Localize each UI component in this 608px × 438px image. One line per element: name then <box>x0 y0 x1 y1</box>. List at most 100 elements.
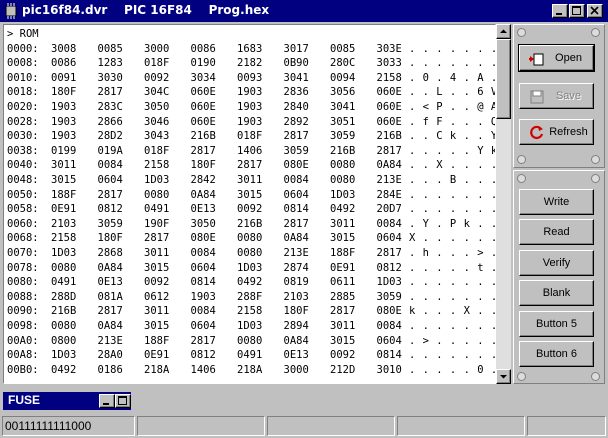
hex-word: 1D03 <box>330 188 356 201</box>
hex-word: 0080 <box>144 188 170 201</box>
dump-header: > ROM <box>7 28 39 40</box>
grip-icon <box>517 155 526 164</box>
fuse-bits-status: 00111111111000 <box>2 416 135 436</box>
read-button[interactable]: Read <box>519 219 594 245</box>
row-address: 0080: <box>7 276 39 289</box>
hex-word: 3059 <box>97 217 123 230</box>
row-ascii: . 0 . 4 . A . . <box>409 71 495 84</box>
hex-word: 2892 <box>283 115 309 128</box>
scroll-thumb[interactable] <box>496 39 511 119</box>
row-address: 0068: <box>7 232 39 245</box>
button-6[interactable]: Button 6 <box>519 341 594 367</box>
hex-word: 2817 <box>144 232 170 245</box>
hex-word: 0080 <box>237 246 263 259</box>
row-address: 0038: <box>7 144 39 157</box>
hex-word: 0092 <box>237 203 263 216</box>
hex-word: 0492 <box>330 203 356 216</box>
refresh-icon <box>530 125 544 140</box>
hex-word: 180F <box>190 159 216 172</box>
hex-word: 28A0 <box>97 349 123 362</box>
row-ascii: . < P . . @ A . <box>409 100 495 113</box>
hex-word: 1D03 <box>237 261 263 274</box>
hex-word: 2840 <box>283 100 309 113</box>
hex-word: 3017 <box>283 42 309 55</box>
row-ascii: . . . . . . . . <box>409 349 495 362</box>
hex-word: 0084 <box>190 246 216 259</box>
hex-word: 2817 <box>97 188 123 201</box>
hex-word: 0A84 <box>376 159 402 172</box>
hex-word: 1D03 <box>237 319 263 332</box>
hex-word: 1D03 <box>51 246 77 259</box>
fuse-maximize-button[interactable] <box>115 394 131 408</box>
button-5[interactable]: Button 5 <box>519 311 594 337</box>
scroll-up-button[interactable] <box>496 24 511 39</box>
hex-word: 060E <box>376 115 402 128</box>
hex-word: 0E91 <box>330 261 356 274</box>
row-ascii: . . . . . 0 . . <box>409 363 495 376</box>
hex-word: 3046 <box>144 115 170 128</box>
hex-word: 2158 <box>144 159 170 172</box>
hex-word: 0084 <box>283 173 309 186</box>
save-button[interactable]: Save <box>519 83 594 109</box>
maximize-button[interactable] <box>569 4 585 18</box>
hex-word: 216B <box>376 130 402 143</box>
hex-word: 2894 <box>283 319 309 332</box>
refresh-button[interactable]: Refresh <box>519 119 594 145</box>
dump-scrollbar[interactable] <box>496 24 511 384</box>
fuse-minimize-button[interactable] <box>99 394 115 408</box>
hex-word: 080E <box>283 159 309 172</box>
close-button[interactable] <box>587 4 603 18</box>
row-ascii: . . X . . . . . <box>409 159 495 172</box>
verify-button[interactable]: Verify <box>519 250 594 276</box>
hex-word: 213E <box>376 173 402 186</box>
hex-word: 080E <box>376 305 402 318</box>
scroll-down-button[interactable] <box>496 369 511 384</box>
minimize-button[interactable] <box>552 4 568 18</box>
hex-word: 213E <box>97 334 123 347</box>
hex-word: 3015 <box>144 319 170 332</box>
maximize-icon <box>118 396 127 405</box>
hex-word: 0092 <box>144 276 170 289</box>
hex-word: 0604 <box>376 232 402 245</box>
hex-word: 3015 <box>330 232 356 245</box>
hex-word: 1D03 <box>144 173 170 186</box>
row-address: 00A8: <box>7 349 39 362</box>
hex-word: 3050 <box>190 217 216 230</box>
hex-word: 1903 <box>237 86 263 99</box>
hex-word: 0092 <box>330 349 356 362</box>
hex-word: 0080 <box>51 261 77 274</box>
row-ascii: . . . B . . . > <box>409 173 495 186</box>
hex-word: 2817 <box>376 144 402 157</box>
hex-word: 3041 <box>330 100 356 113</box>
hex-word: 0611 <box>330 276 356 289</box>
row-ascii: . . . . . . . Y <box>409 290 495 303</box>
hex-word: 288D <box>51 290 77 303</box>
hex-word: 0A84 <box>97 261 123 274</box>
hex-word: 3051 <box>330 115 356 128</box>
hex-word: 2158 <box>376 71 402 84</box>
row-ascii: . . . . . . . . <box>409 203 495 216</box>
grip-icon <box>591 28 600 37</box>
row-address: 0008: <box>7 57 39 70</box>
hex-word: 3000 <box>144 42 170 55</box>
hex-word: 218A <box>144 363 170 376</box>
hex-word: 216B <box>237 217 263 230</box>
open-button[interactable]: Open <box>518 44 595 72</box>
rom-dump-view[interactable]: > ROM 0000: 3008 0085 3000 0086 1683 3017 0085 3… <box>3 24 496 384</box>
blank-button[interactable]: Blank <box>519 280 594 306</box>
hex-word: 3059 <box>283 144 309 157</box>
floppy-icon <box>530 90 544 104</box>
hex-word: 0E13 <box>283 349 309 362</box>
hex-word: 3011 <box>144 246 170 259</box>
hex-word: 2866 <box>97 115 123 128</box>
window-titlebar[interactable]: pic16f84.dvr PIC 16F84 Prog.hex <box>0 0 608 22</box>
minimize-icon <box>556 13 562 15</box>
hex-word: 1903 <box>51 115 77 128</box>
hex-word: 0190 <box>190 57 216 70</box>
hex-word: 190F <box>144 217 170 230</box>
open-folder-icon <box>529 53 544 66</box>
write-button[interactable]: Write <box>519 189 594 215</box>
row-address: 0058: <box>7 203 39 216</box>
hex-word: 3041 <box>283 71 309 84</box>
fuse-window[interactable]: FUSE <box>3 392 131 410</box>
